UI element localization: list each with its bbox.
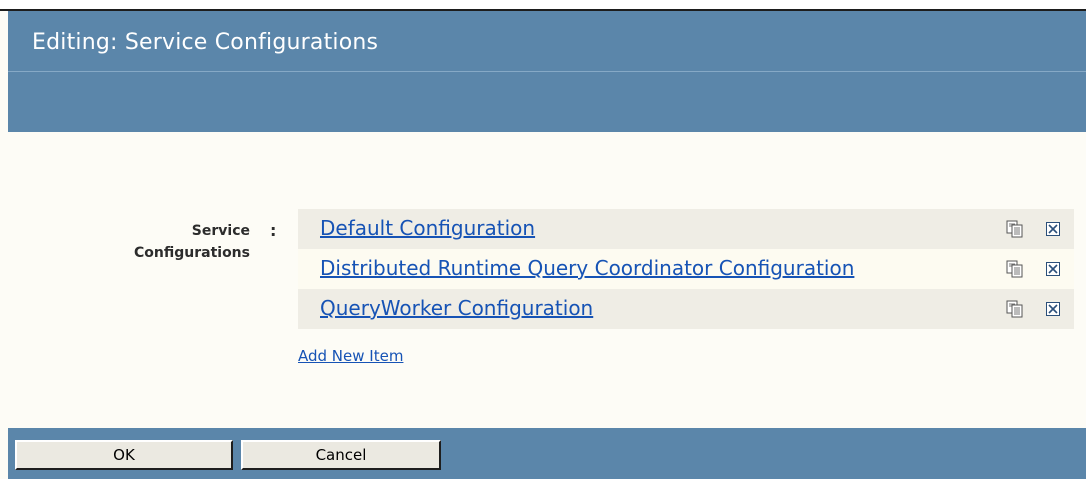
field-label: Service Configurations <box>50 220 250 264</box>
header-subbar <box>8 72 1086 132</box>
copy-icon[interactable] <box>1006 220 1024 238</box>
edit-dialog: Editing: Service Configurations Service … <box>0 0 1086 479</box>
window-top-edge <box>0 0 1086 11</box>
delete-icon[interactable] <box>1046 262 1060 276</box>
dialog-content: Service Configurations : Default Configu… <box>8 132 1086 428</box>
list-item: Default Configuration <box>298 209 1074 249</box>
delete-icon[interactable] <box>1046 302 1060 316</box>
add-new-item-link[interactable]: Add New Item <box>298 347 403 365</box>
field-colon: : <box>270 221 277 240</box>
copy-icon[interactable] <box>1006 260 1024 278</box>
field-label-line2: Configurations <box>134 245 250 261</box>
dialog-footer: OK Cancel <box>8 428 1086 479</box>
dialog-title: Editing: Service Configurations <box>32 30 379 55</box>
list-item: Distributed Runtime Query Coordinator Co… <box>298 249 1074 289</box>
title-bar: Editing: Service Configurations <box>8 11 1086 72</box>
list-item: QueryWorker Configuration <box>298 289 1074 329</box>
item-link-distributed-runtime-query-coordinator[interactable]: Distributed Runtime Query Coordinator Co… <box>320 256 854 280</box>
item-link-queryworker-configuration[interactable]: QueryWorker Configuration <box>320 296 593 320</box>
ok-button[interactable]: OK <box>15 440 233 470</box>
item-list: Default Configuration Distributed Runtim… <box>298 209 1074 329</box>
delete-icon[interactable] <box>1046 222 1060 236</box>
item-link-default-configuration[interactable]: Default Configuration <box>320 216 535 240</box>
field-label-line1: Service <box>191 223 250 239</box>
copy-icon[interactable] <box>1006 300 1024 318</box>
cancel-button[interactable]: Cancel <box>241 440 441 470</box>
